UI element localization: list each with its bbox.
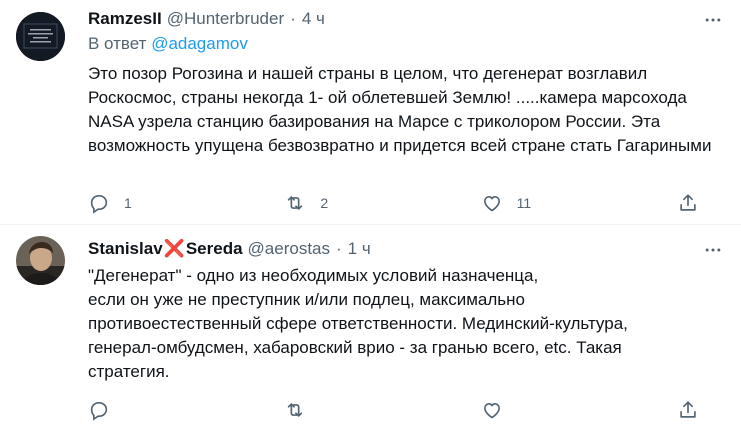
tweet-actions: 1 2 11	[88, 192, 701, 214]
like-button[interactable]: 11	[481, 192, 571, 214]
tweet-text: Это позор Рогозина и нашей страны в цело…	[88, 64, 712, 155]
more-options-button[interactable]	[701, 8, 725, 32]
avatar[interactable]	[16, 236, 65, 285]
share-icon	[680, 194, 696, 211]
tweet[interactable]: RamzesII @Hunterbruder · 4 ч В ответ @ad…	[0, 0, 741, 225]
display-name[interactable]: Stanislav❌Sereda	[88, 239, 243, 259]
reply-prefix: В ответ	[88, 34, 147, 53]
retweet-icon	[288, 196, 303, 210]
retweet-button[interactable]	[284, 399, 374, 421]
reply-bubble-icon	[90, 402, 108, 421]
reply-button[interactable]: 1	[88, 192, 178, 214]
user-handle[interactable]: @aerostas	[248, 239, 330, 259]
display-name[interactable]: RamzesII	[88, 9, 162, 29]
reply-context: В ответ @adagamov	[88, 34, 725, 56]
user-handle[interactable]: @Hunterbruder	[167, 9, 284, 29]
tweet-header: RamzesII @Hunterbruder · 4 ч	[88, 8, 725, 30]
reply-count: 1	[124, 195, 132, 211]
tweet-actions	[88, 399, 701, 421]
like-button[interactable]	[481, 399, 571, 421]
heart-icon	[483, 403, 500, 419]
display-name-first: Stanislav	[88, 239, 163, 258]
tweet[interactable]: Stanislav❌Sereda @aerostas · 1 ч "Дегене…	[0, 225, 741, 433]
separator-dot: ·	[290, 9, 296, 28]
reply-mention-link[interactable]: @adagamov	[151, 34, 248, 53]
reply-button[interactable]	[88, 399, 178, 421]
more-horizontal-icon	[705, 18, 721, 22]
like-count: 11	[516, 195, 532, 211]
cross-emoji: ❌	[163, 239, 185, 258]
tweet-text: "Дегенерат" - одно из необходимых услови…	[88, 266, 628, 381]
display-name-last: Sereda	[185, 239, 243, 258]
heart-icon	[483, 196, 500, 212]
retweet-count: 2	[320, 195, 329, 211]
separator-dot: ·	[336, 239, 342, 258]
timestamp[interactable]: 4 ч	[302, 9, 325, 29]
avatar[interactable]	[16, 12, 65, 61]
timestamp[interactable]: 1 ч	[348, 239, 371, 259]
tweet-header: Stanislav❌Sereda @aerostas · 1 ч	[88, 238, 725, 260]
share-button[interactable]	[677, 399, 701, 421]
reply-bubble-icon	[90, 195, 108, 214]
share-button[interactable]	[677, 192, 701, 214]
share-icon	[680, 401, 696, 418]
more-options-button[interactable]	[701, 238, 725, 262]
retweet-icon	[288, 403, 303, 417]
more-horizontal-icon	[705, 248, 721, 252]
retweet-button[interactable]: 2	[284, 192, 374, 214]
